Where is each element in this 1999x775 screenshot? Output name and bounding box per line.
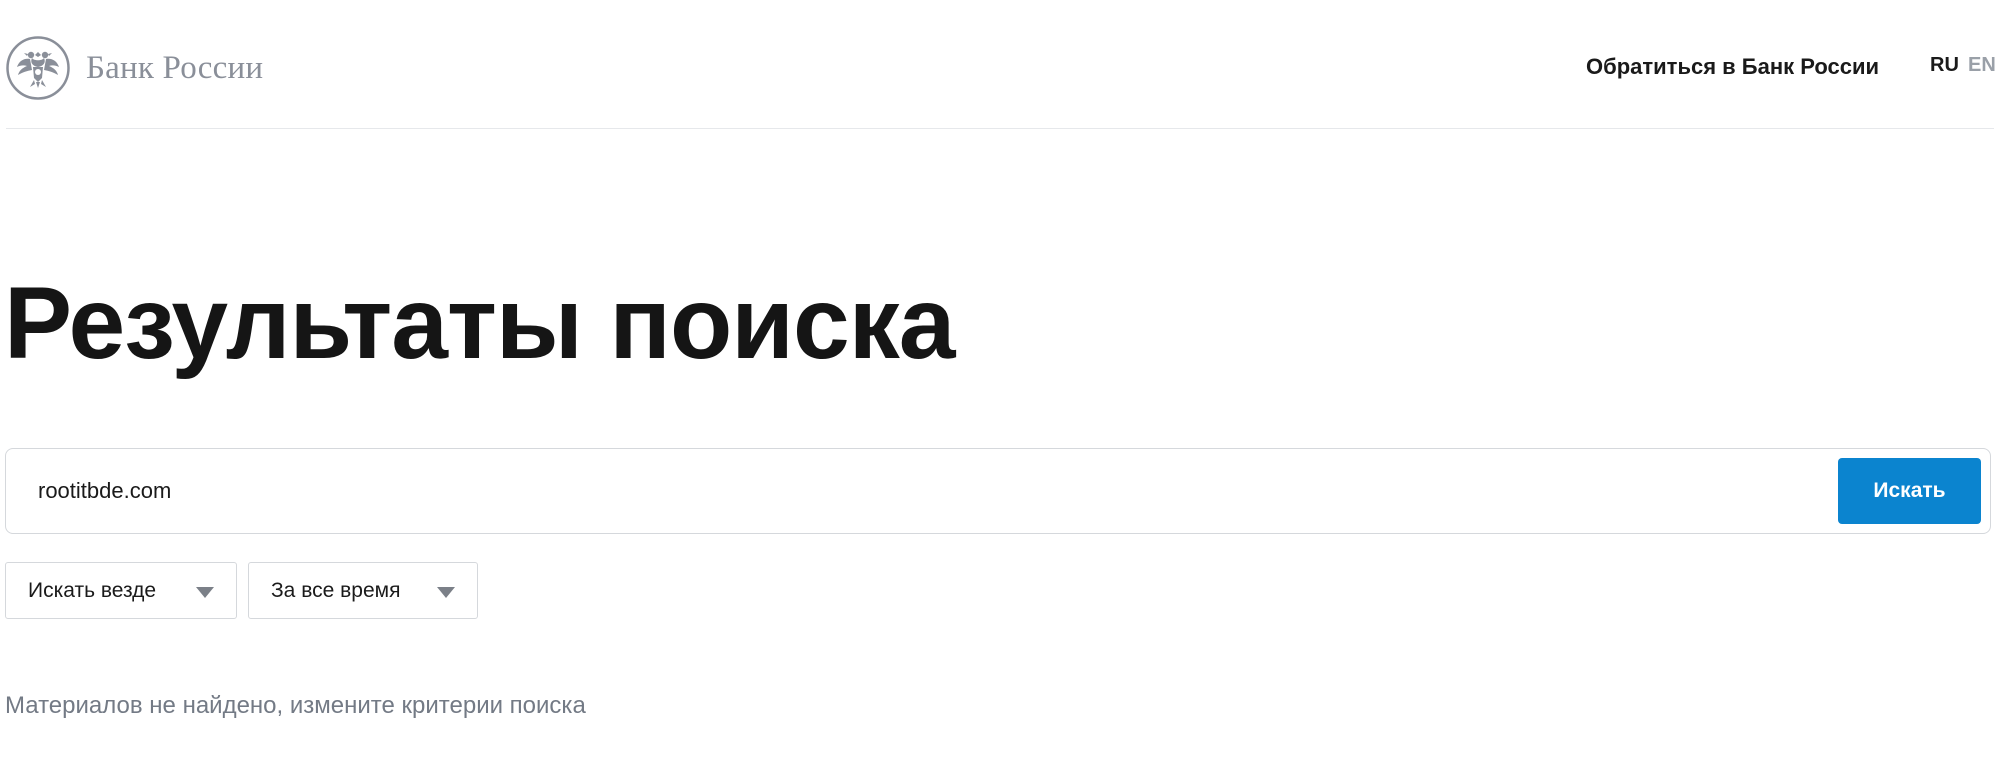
logo-text: Банк России <box>86 49 264 86</box>
bank-emblem-icon <box>6 36 70 100</box>
search-button[interactable]: Искать <box>1838 458 1981 524</box>
chevron-down-icon <box>437 587 455 598</box>
chevron-down-icon <box>196 587 214 598</box>
home-logo-link[interactable]: Банк России <box>6 34 263 102</box>
time-period-dropdown[interactable]: За все время <box>248 562 478 619</box>
site-header: Банк России Обратиться в Банк России RU … <box>6 0 1996 129</box>
language-ru[interactable]: RU <box>1930 54 1959 77</box>
page-title: Результаты поиска <box>4 266 956 380</box>
search-bar: Искать <box>5 448 1991 534</box>
language-en[interactable]: EN <box>1968 54 1996 77</box>
contact-bank-link[interactable]: Обратиться в Банк России <box>1586 54 1879 80</box>
no-results-message: Материалов не найдено, измените критерии… <box>5 692 586 719</box>
page: Банк России Обратиться в Банк России RU … <box>0 0 1999 775</box>
search-scope-dropdown[interactable]: Искать везде <box>5 562 237 619</box>
search-input[interactable] <box>38 469 1818 513</box>
time-period-label: За все время <box>271 578 401 602</box>
search-scope-label: Искать везде <box>28 578 157 602</box>
